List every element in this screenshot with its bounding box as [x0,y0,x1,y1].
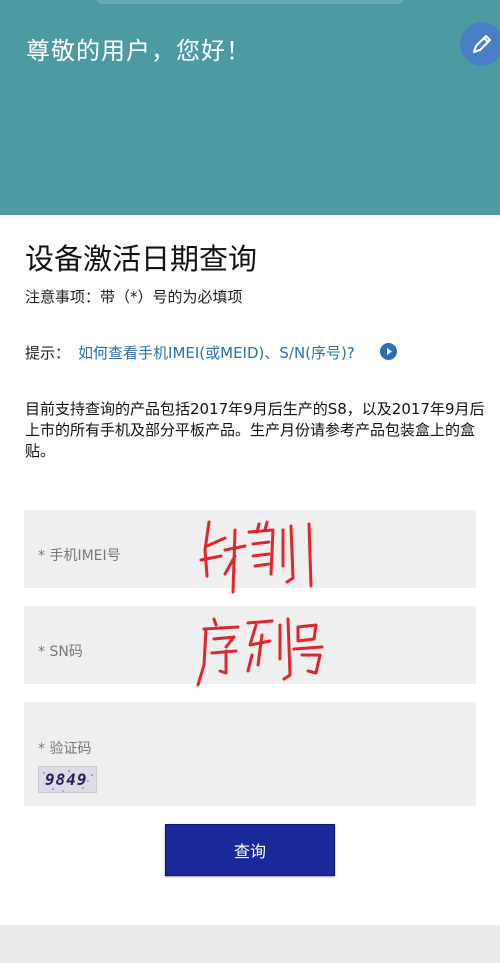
required-notice: 注意事项：带（*）号的为必填项 [25,288,243,306]
captcha-field[interactable]: * 验证码 9849 [24,702,476,806]
captcha-text: 9849 [45,770,88,789]
greeting-text: 尊敬的用户，您好！ [26,37,251,65]
footer-bar [0,925,500,963]
header-banner: 尊敬的用户，您好！ [0,0,500,215]
page-title: 设备激活日期查询 [25,242,258,276]
handwritten-annotation-sn [196,617,324,687]
play-triangle-glyph [387,348,392,355]
edit-button[interactable] [460,22,500,66]
supported-products-description: 目前支持查询的产品包括2017年9月后生产的S8，以及2017年9月后上市的所有… [25,400,485,460]
tip-label: 提示： [25,344,71,362]
imei-field-label: * 手机IMEI号 [38,548,121,564]
captcha-image[interactable]: 9849 [38,766,97,793]
query-button[interactable]: 查询 [165,824,335,876]
header-pull-tab [95,0,405,4]
tip-row: 提示： 如何查看手机IMEI(或MEID)、S/N(序号)? [25,342,355,363]
captcha-field-label: * 验证码 [38,741,92,757]
play-circle-icon[interactable] [380,343,397,360]
sn-field-label: * SN码 [38,644,83,660]
pencil-icon [473,35,491,53]
handwritten-annotation-imei [199,520,313,594]
imei-help-link[interactable]: 如何查看手机IMEI(或MEID)、S/N(序号)? [78,344,355,362]
